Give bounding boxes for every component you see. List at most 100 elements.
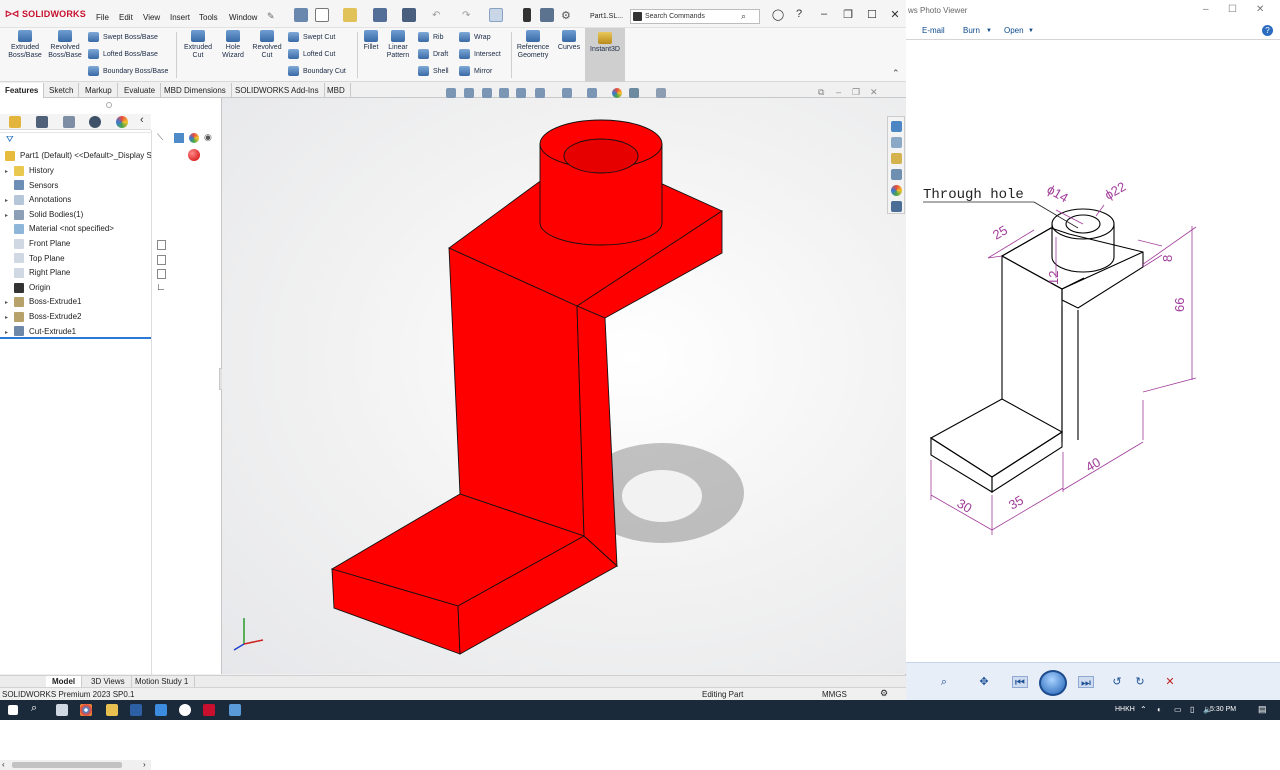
linear-pattern-button[interactable]: Linear Pattern <box>384 30 412 60</box>
menu-file[interactable]: File <box>96 13 109 22</box>
open-menu[interactable]: Open <box>1004 26 1024 35</box>
instant3d-button[interactable]: Instant3D <box>585 28 625 82</box>
clock[interactable]: 5:30 PM <box>1210 706 1236 713</box>
section-view-icon[interactable] <box>499 88 509 98</box>
top-plane-visibility-icon[interactable] <box>157 255 166 265</box>
draft-button[interactable]: Draft <box>418 49 448 63</box>
open-folder-icon[interactable] <box>343 8 357 22</box>
help-icon[interactable]: ? <box>792 8 806 22</box>
photo-viewer-taskbar-icon[interactable] <box>229 704 241 716</box>
tray-app-icon[interactable]: ◐ <box>1157 705 1162 714</box>
view-palette-icon[interactable] <box>891 169 902 180</box>
expand-arrow-icon[interactable]: ▸ <box>5 326 14 338</box>
extruded-cut-button[interactable]: Extruded Cut <box>181 30 215 60</box>
tree-item-right-plane[interactable]: Right Plane <box>0 266 151 281</box>
display-style-icon[interactable] <box>562 88 572 98</box>
zoom-to-area-icon[interactable] <box>464 88 474 98</box>
custom-properties-icon[interactable] <box>891 201 902 212</box>
dimxpert-icon[interactable] <box>89 116 101 128</box>
recorder-icon[interactable] <box>179 704 191 716</box>
pin-icon[interactable]: ✎ <box>267 11 275 22</box>
swept-boss-button[interactable]: Swept Boss/Base <box>88 32 158 46</box>
dynamic-annotation-icon[interactable] <box>516 88 526 98</box>
save-icon[interactable] <box>373 8 387 22</box>
rotate-counterclockwise-icon[interactable]: ↺ <box>1109 676 1125 688</box>
appearances-scenes-icon[interactable] <box>891 185 902 196</box>
expand-arrow-icon[interactable]: ▸ <box>5 165 14 179</box>
feature-tree-icon[interactable] <box>9 116 21 128</box>
close-button[interactable]: ✕ <box>888 8 902 22</box>
previous-icon[interactable]: ⏮ <box>1012 676 1028 689</box>
origin-visibility-icon[interactable]: ∟ <box>156 282 166 293</box>
display-manager-icon[interactable] <box>116 116 128 128</box>
open-dropdown-icon[interactable]: ▼ <box>1028 28 1034 34</box>
scrollbar-thumb[interactable] <box>12 762 122 768</box>
tree-item-sensors[interactable]: Sensors <box>0 179 151 194</box>
expand-arrow-icon[interactable]: ▸ <box>5 194 14 208</box>
delete-icon[interactable]: ✕ <box>1162 676 1178 688</box>
restore-button[interactable]: ❐ <box>841 8 855 22</box>
tree-item-front-plane[interactable]: Front Plane <box>0 237 151 252</box>
edit-appearance-icon[interactable] <box>612 88 622 98</box>
zoom-to-fit-icon[interactable] <box>446 88 456 98</box>
fillet-button[interactable]: Fillet <box>360 30 382 52</box>
viewport-close-icon[interactable]: ✕ <box>870 87 878 98</box>
revolved-boss-button[interactable]: Revolved Boss/Base <box>46 30 84 60</box>
pv-minimize-button[interactable]: – <box>1203 4 1209 15</box>
scroll-right-icon[interactable]: › <box>143 760 146 769</box>
tree-item-origin[interactable]: Origin <box>0 281 151 296</box>
expand-arrow-icon[interactable]: ▸ <box>5 311 14 325</box>
tree-item-cut-extrude1[interactable]: ▸ Cut-Extrude1 <box>0 325 151 340</box>
burn-menu[interactable]: Burn <box>963 26 980 35</box>
notification-icon[interactable]: ▤ <box>1258 704 1267 715</box>
tab-evaluate[interactable]: Evaluate <box>119 83 162 98</box>
menu-edit[interactable]: Edit <box>119 13 133 22</box>
traffic-light-icon[interactable] <box>523 8 531 22</box>
zoom-icon[interactable]: ⌕ <box>936 676 952 688</box>
red-appearance-ball-icon[interactable] <box>188 149 200 161</box>
tray-chevron-icon[interactable]: ⌃ <box>1140 705 1147 714</box>
scroll-left-icon[interactable]: ‹ <box>2 760 5 769</box>
windows-start-icon[interactable] <box>8 705 18 715</box>
hole-wizard-button[interactable]: Hole Wizard <box>216 30 250 60</box>
search-icon[interactable]: ⌕ <box>741 11 746 22</box>
tree-item-boss-extrude1[interactable]: ▸ Boss-Extrude1 <box>0 295 151 310</box>
wrap-button[interactable]: Wrap <box>459 32 491 46</box>
tab-sketch[interactable]: Sketch <box>44 83 80 98</box>
collapse-arrow-icon[interactable]: ‹ <box>140 114 144 126</box>
hide-show-items-icon[interactable] <box>587 88 597 98</box>
appearance-icon[interactable] <box>189 133 199 143</box>
boundary-boss-button[interactable]: Boundary Boss/Base <box>88 66 168 80</box>
tree-item-history[interactable]: ▸ History <box>0 164 151 179</box>
minimize-button[interactable]: – <box>817 8 831 22</box>
hide-show-icon[interactable]: ⟍ <box>157 132 163 143</box>
display-mode-icon[interactable] <box>174 133 184 143</box>
rotate-clockwise-icon[interactable]: ↻ <box>1132 676 1148 688</box>
units-selector[interactable]: MMGS <box>822 690 847 699</box>
collapse-ribbon-icon[interactable]: ⌃ <box>892 68 900 79</box>
burn-dropdown-icon[interactable]: ▼ <box>986 28 992 34</box>
taskbar-search-icon[interactable]: ⌕ <box>31 702 37 715</box>
undo-icon[interactable]: ↶ <box>432 10 440 21</box>
intersect-button[interactable]: Intersect <box>459 49 501 63</box>
task-view-icon[interactable] <box>56 704 68 716</box>
redo-icon[interactable]: ↷ <box>462 10 470 21</box>
next-icon[interactable]: ⏭ <box>1078 676 1094 689</box>
lofted-cut-button[interactable]: Lofted Cut <box>288 49 335 63</box>
right-plane-visibility-icon[interactable] <box>157 269 166 279</box>
pv-close-button[interactable]: ✕ <box>1256 4 1264 15</box>
notepad-icon[interactable] <box>130 704 142 716</box>
expand-arrow-icon[interactable]: ▸ <box>5 296 14 310</box>
file-explorer-taskbar-icon[interactable] <box>106 704 118 716</box>
tab-features[interactable]: Features <box>0 83 45 98</box>
menu-tools[interactable]: Tools <box>199 13 218 22</box>
status-options-icon[interactable]: ⚙ <box>880 688 888 699</box>
tab-mbd-dimensions[interactable]: MBD Dimensions <box>159 83 232 98</box>
menu-window[interactable]: Window <box>229 13 257 22</box>
front-plane-visibility-icon[interactable] <box>157 240 166 250</box>
revolved-cut-button[interactable]: Revolved Cut <box>250 30 284 60</box>
viewport-restore-icon[interactable]: ❐ <box>852 87 860 98</box>
network-icon[interactable]: ▭ <box>1174 705 1182 714</box>
menu-insert[interactable]: Insert <box>170 13 190 22</box>
app-icon[interactable] <box>155 704 167 716</box>
